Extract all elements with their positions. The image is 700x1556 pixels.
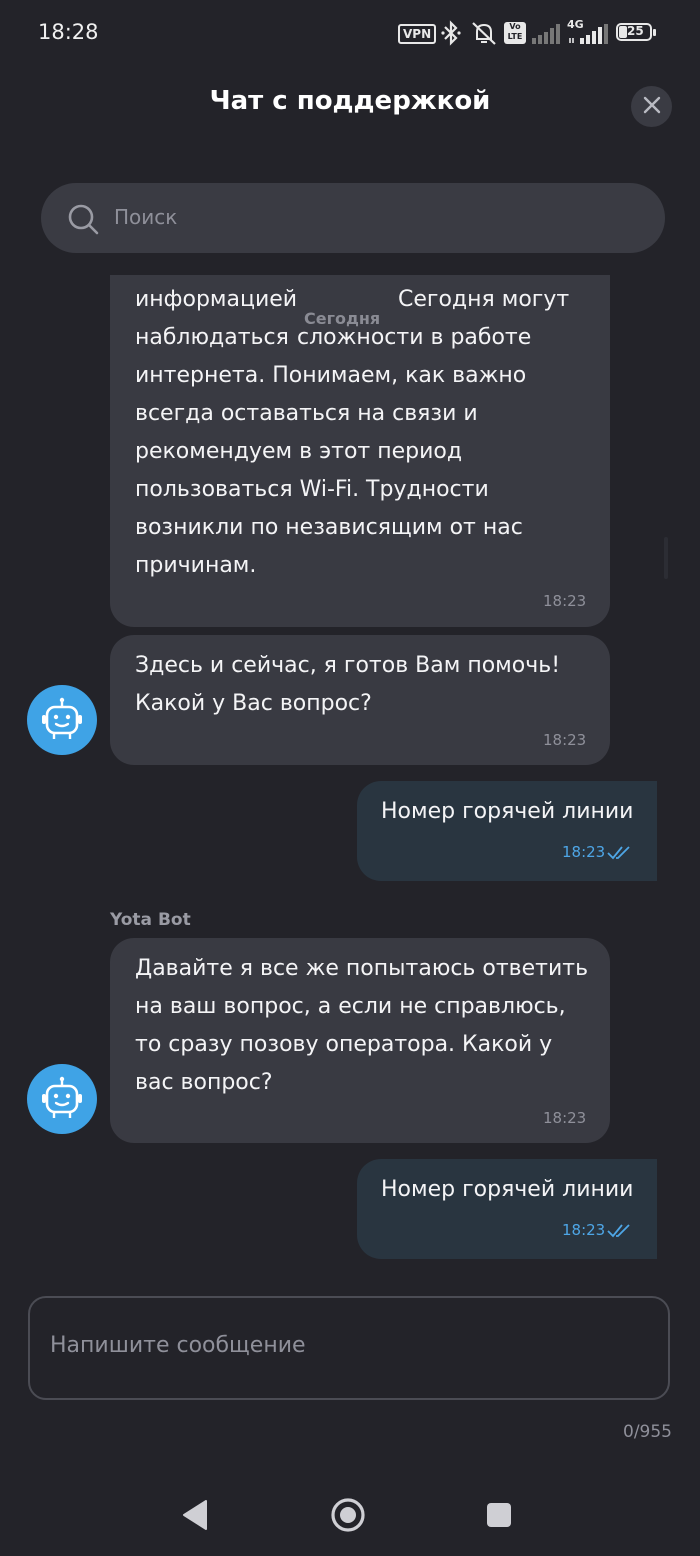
robot-icon: [42, 1076, 82, 1118]
back-icon: [183, 1500, 207, 1530]
double-check-icon: [607, 845, 633, 865]
bot-avatar: [27, 1064, 97, 1134]
search-input[interactable]: Поиск: [114, 205, 177, 229]
message-time: 18:23: [543, 731, 587, 749]
status-time: 18:28: [38, 20, 99, 44]
message-text: Здесь и сейчас, я готов Вам помочь! Како…: [135, 653, 561, 716]
message-time: 18:23: [562, 1221, 606, 1239]
message-time: 18:23: [543, 592, 587, 610]
message-time: 18:23: [543, 1109, 587, 1127]
battery-icon: 25: [616, 23, 652, 41]
battery-tip: [653, 29, 656, 36]
char-counter: 0/955: [623, 1422, 672, 1442]
home-icon: [331, 1498, 365, 1532]
signal-icon-1: [532, 24, 560, 48]
message-text-fragment: Сегодня могут: [398, 287, 570, 312]
battery-level: 25: [627, 24, 644, 38]
bluetooth-icon: [440, 20, 462, 50]
double-check-icon: [607, 1223, 633, 1243]
search-icon: [66, 202, 100, 240]
date-separator: Сегодня: [302, 309, 383, 328]
vpn-icon: VPN: [398, 24, 437, 44]
page-title: Чат с поддержкой: [209, 86, 491, 116]
home-nav-button[interactable]: [330, 1497, 366, 1537]
sender-name: Yota Bot: [110, 910, 191, 930]
message-time: 18:23: [562, 843, 606, 861]
close-button[interactable]: [631, 86, 672, 127]
volte-icon: Vo LTE: [504, 22, 526, 44]
recents-nav-button[interactable]: [486, 1502, 512, 1532]
signal-icon-2: [568, 24, 608, 48]
message-input[interactable]: Напишите сообщение: [50, 1333, 306, 1358]
mute-bell-icon: [470, 20, 498, 50]
message-text: Номер горячей линии: [381, 799, 634, 824]
back-nav-button[interactable]: [180, 1498, 210, 1536]
recents-icon: [487, 1503, 511, 1527]
close-icon: [643, 96, 661, 118]
scrollbar[interactable]: [664, 537, 668, 579]
bot-avatar: [27, 685, 97, 755]
message-text: Номер горячей линии: [381, 1177, 634, 1202]
message-text: Давайте я все же попытаюсь ответить на в…: [135, 956, 589, 1095]
robot-icon: [42, 697, 82, 739]
